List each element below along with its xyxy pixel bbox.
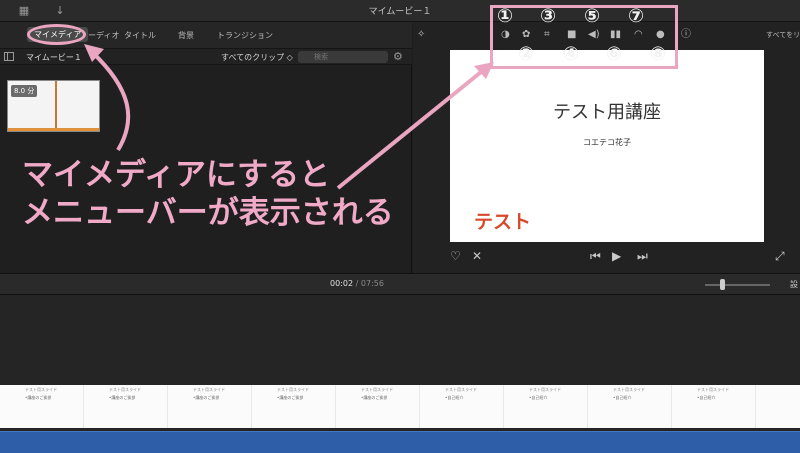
reset-all-button[interactable]: すべてをリ xyxy=(766,30,800,40)
filmstrip-frame: テスト用スライド •講座のご挨拶 xyxy=(168,385,252,428)
frame-subtitle: •自己紹介 xyxy=(697,395,716,400)
skip-back-icon[interactable]: ⏮ xyxy=(590,249,601,264)
frame-title: テスト用スライド xyxy=(277,387,309,392)
tab-transitions[interactable]: トランジション xyxy=(217,30,273,41)
frame-title: テスト用スライド xyxy=(697,387,729,392)
frame-title: テスト用スライド xyxy=(445,387,477,392)
reject-x-icon[interactable]: ✕ xyxy=(472,249,482,263)
zoom-slider-track[interactable] xyxy=(705,284,770,286)
gear-icon[interactable]: ⚙ xyxy=(393,50,403,63)
clip-filter-select[interactable]: すべてのクリップ ◇ xyxy=(221,52,293,63)
frame-title: テスト用スライド xyxy=(361,387,393,392)
skip-forward-icon[interactable]: ⏭ xyxy=(637,249,648,264)
clip-divider xyxy=(55,81,57,131)
frame-subtitle: •自己紹介 xyxy=(613,395,632,400)
favorite-heart-icon[interactable]: ♡ xyxy=(450,249,461,263)
clip-duration-badge: 8.0 分 xyxy=(11,85,38,97)
preview-canvas: テスト用講座 コエテコ花子 テスト xyxy=(450,50,764,242)
video-filmstrip[interactable]: テスト用スライド •講座のご挨拶 テスト用スライド •講座のご挨拶 テスト用スライド •講… xyxy=(0,385,800,428)
play-icon[interactable]: ▶ xyxy=(612,249,621,263)
frame-subtitle: •自己紹介 xyxy=(445,395,464,400)
preview-subtitle: コエテコ花子 xyxy=(583,138,631,147)
clip-usage-bar xyxy=(8,128,99,131)
tab-backgrounds[interactable]: 背景 xyxy=(178,30,194,41)
timecode: 00:02 / 07:56 xyxy=(330,279,384,288)
tab-titles[interactable]: タイトル xyxy=(124,30,156,41)
annotation-number-7: ⑦ xyxy=(628,5,645,27)
media-clip-thumbnail[interactable]: 8.0 分 xyxy=(7,80,100,132)
frame-subtitle: •講座のご挨拶 xyxy=(277,395,304,400)
frame-title: テスト用スライド xyxy=(193,387,225,392)
annotation-number-4: ④ xyxy=(563,43,580,65)
title-bar: ▦ ↓ マイムービー１ xyxy=(0,0,800,22)
window-title: マイムービー１ xyxy=(368,7,432,17)
library-bar: マイムービー１ すべてのクリップ ◇ ⌕ ⚙ xyxy=(0,48,412,65)
tab-audio[interactable]: ーディオ xyxy=(88,30,119,41)
highlight-ellipse xyxy=(27,24,86,45)
frame-subtitle: •講座のご挨拶 xyxy=(109,395,136,400)
filmstrip-frame: テスト用スライド •自己紹介 xyxy=(504,385,588,428)
frame-title: テスト用スライド xyxy=(109,387,141,392)
filmstrip-frame: テスト用スライド •自己紹介 xyxy=(420,385,504,428)
info-icon[interactable]: ⓘ xyxy=(681,29,691,41)
annotation-line-2: メニューバーが表示される xyxy=(22,195,394,231)
timecode-separator: / xyxy=(355,279,359,288)
library-name: マイムービー１ xyxy=(26,53,82,62)
frame-title: テスト用スライド xyxy=(613,387,645,392)
timeline: テスト用スライド •講座のご挨拶 テスト用スライド •講座のご挨拶 テスト用スライド •講… xyxy=(0,295,800,453)
magic-wand-icon[interactable]: ✧ xyxy=(417,29,425,41)
annotation-number-3: ③ xyxy=(540,5,557,27)
fullscreen-icon[interactable]: ⤢ xyxy=(775,249,785,264)
frame-subtitle: •講座のご挨拶 xyxy=(25,395,52,400)
filmstrip-frame: テスト用スライド •自己紹介 xyxy=(588,385,672,428)
frame-subtitle: •自己紹介 xyxy=(529,395,548,400)
filmstrip-frame: テスト用スライド •講座のご挨拶 xyxy=(252,385,336,428)
filmstrip-frame: テスト用スライド •自己紹介 xyxy=(672,385,756,428)
timecode-bar: 00:02 / 07:56 設 xyxy=(0,273,800,295)
annotation-number-2: ② xyxy=(518,43,535,65)
annotation-number-6: ⑥ xyxy=(606,43,623,65)
filmstrip-frame: テスト用スライド •講座のご挨拶 xyxy=(84,385,168,428)
sidebar-toggle-icon[interactable] xyxy=(4,52,14,61)
audio-track[interactable] xyxy=(0,431,800,453)
zoom-slider-knob[interactable] xyxy=(720,279,725,290)
frame-title: テスト用スライド xyxy=(529,387,561,392)
timecode-total: 07:56 xyxy=(360,279,384,288)
frame-subtitle: •講座のご挨拶 xyxy=(193,395,220,400)
annotation-number-8: ⑧ xyxy=(650,43,667,65)
annotation-number-5: ⑤ xyxy=(584,5,601,27)
frame-subtitle: •講座のご挨拶 xyxy=(361,395,388,400)
frame-title: テスト用スライド xyxy=(25,387,57,392)
filmstrip-frame: テスト用スライド •講座のご挨拶 xyxy=(336,385,420,428)
annotation-number-1: ① xyxy=(497,5,514,27)
search-input[interactable] xyxy=(298,51,388,63)
timeline-settings-button[interactable]: 設 xyxy=(790,279,798,290)
preview-badge: テスト xyxy=(474,211,532,233)
preview-title: テスト用講座 xyxy=(553,102,661,123)
filmstrip-frame: テスト用スライド •講座のご挨拶 xyxy=(0,385,84,428)
timecode-current: 00:02 xyxy=(330,279,354,288)
